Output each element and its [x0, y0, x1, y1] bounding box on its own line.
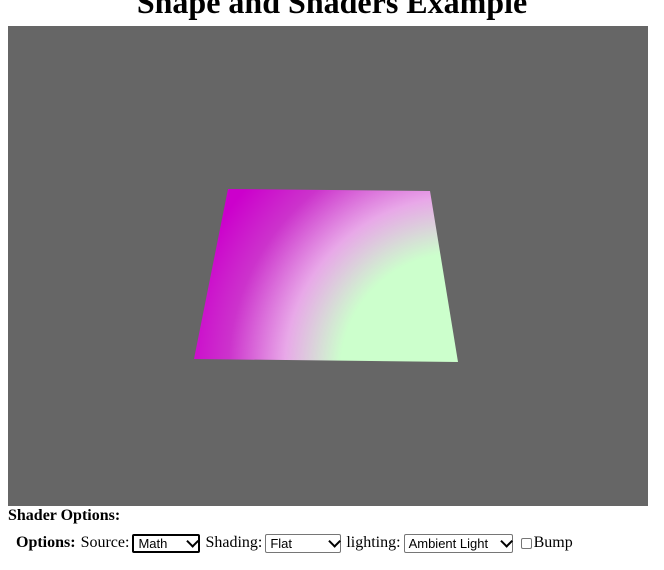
shaded-quad	[194, 189, 458, 362]
shading-label: Shading:	[205, 534, 263, 551]
lighting-select-value: Ambient Light	[408, 535, 489, 551]
shader-options-row: Options: Source: Math Shading: Flat ligh…	[16, 532, 573, 554]
render-canvas[interactable]	[8, 26, 648, 506]
page-title: Shape and Shaders Example	[136, 0, 528, 20]
bump-checkbox[interactable]	[520, 537, 532, 549]
shading-select[interactable]: Flat	[265, 533, 342, 553]
options-label: Options:	[16, 534, 76, 551]
source-select-value: Math	[138, 535, 168, 551]
bump-label: Bump	[533, 534, 573, 551]
source-select[interactable]: Math	[132, 533, 201, 553]
chevron-down-icon	[186, 534, 200, 548]
lighting-select[interactable]: Ambient Light	[403, 533, 513, 553]
shading-select-value: Flat	[270, 535, 293, 551]
shader-options-heading: Shader Options:	[8, 507, 121, 524]
rendered-quad-scene	[194, 189, 458, 362]
lighting-label: lighting:	[346, 534, 401, 551]
chevron-down-icon	[328, 534, 342, 548]
source-label: Source:	[80, 534, 130, 551]
chevron-down-icon	[499, 534, 513, 548]
